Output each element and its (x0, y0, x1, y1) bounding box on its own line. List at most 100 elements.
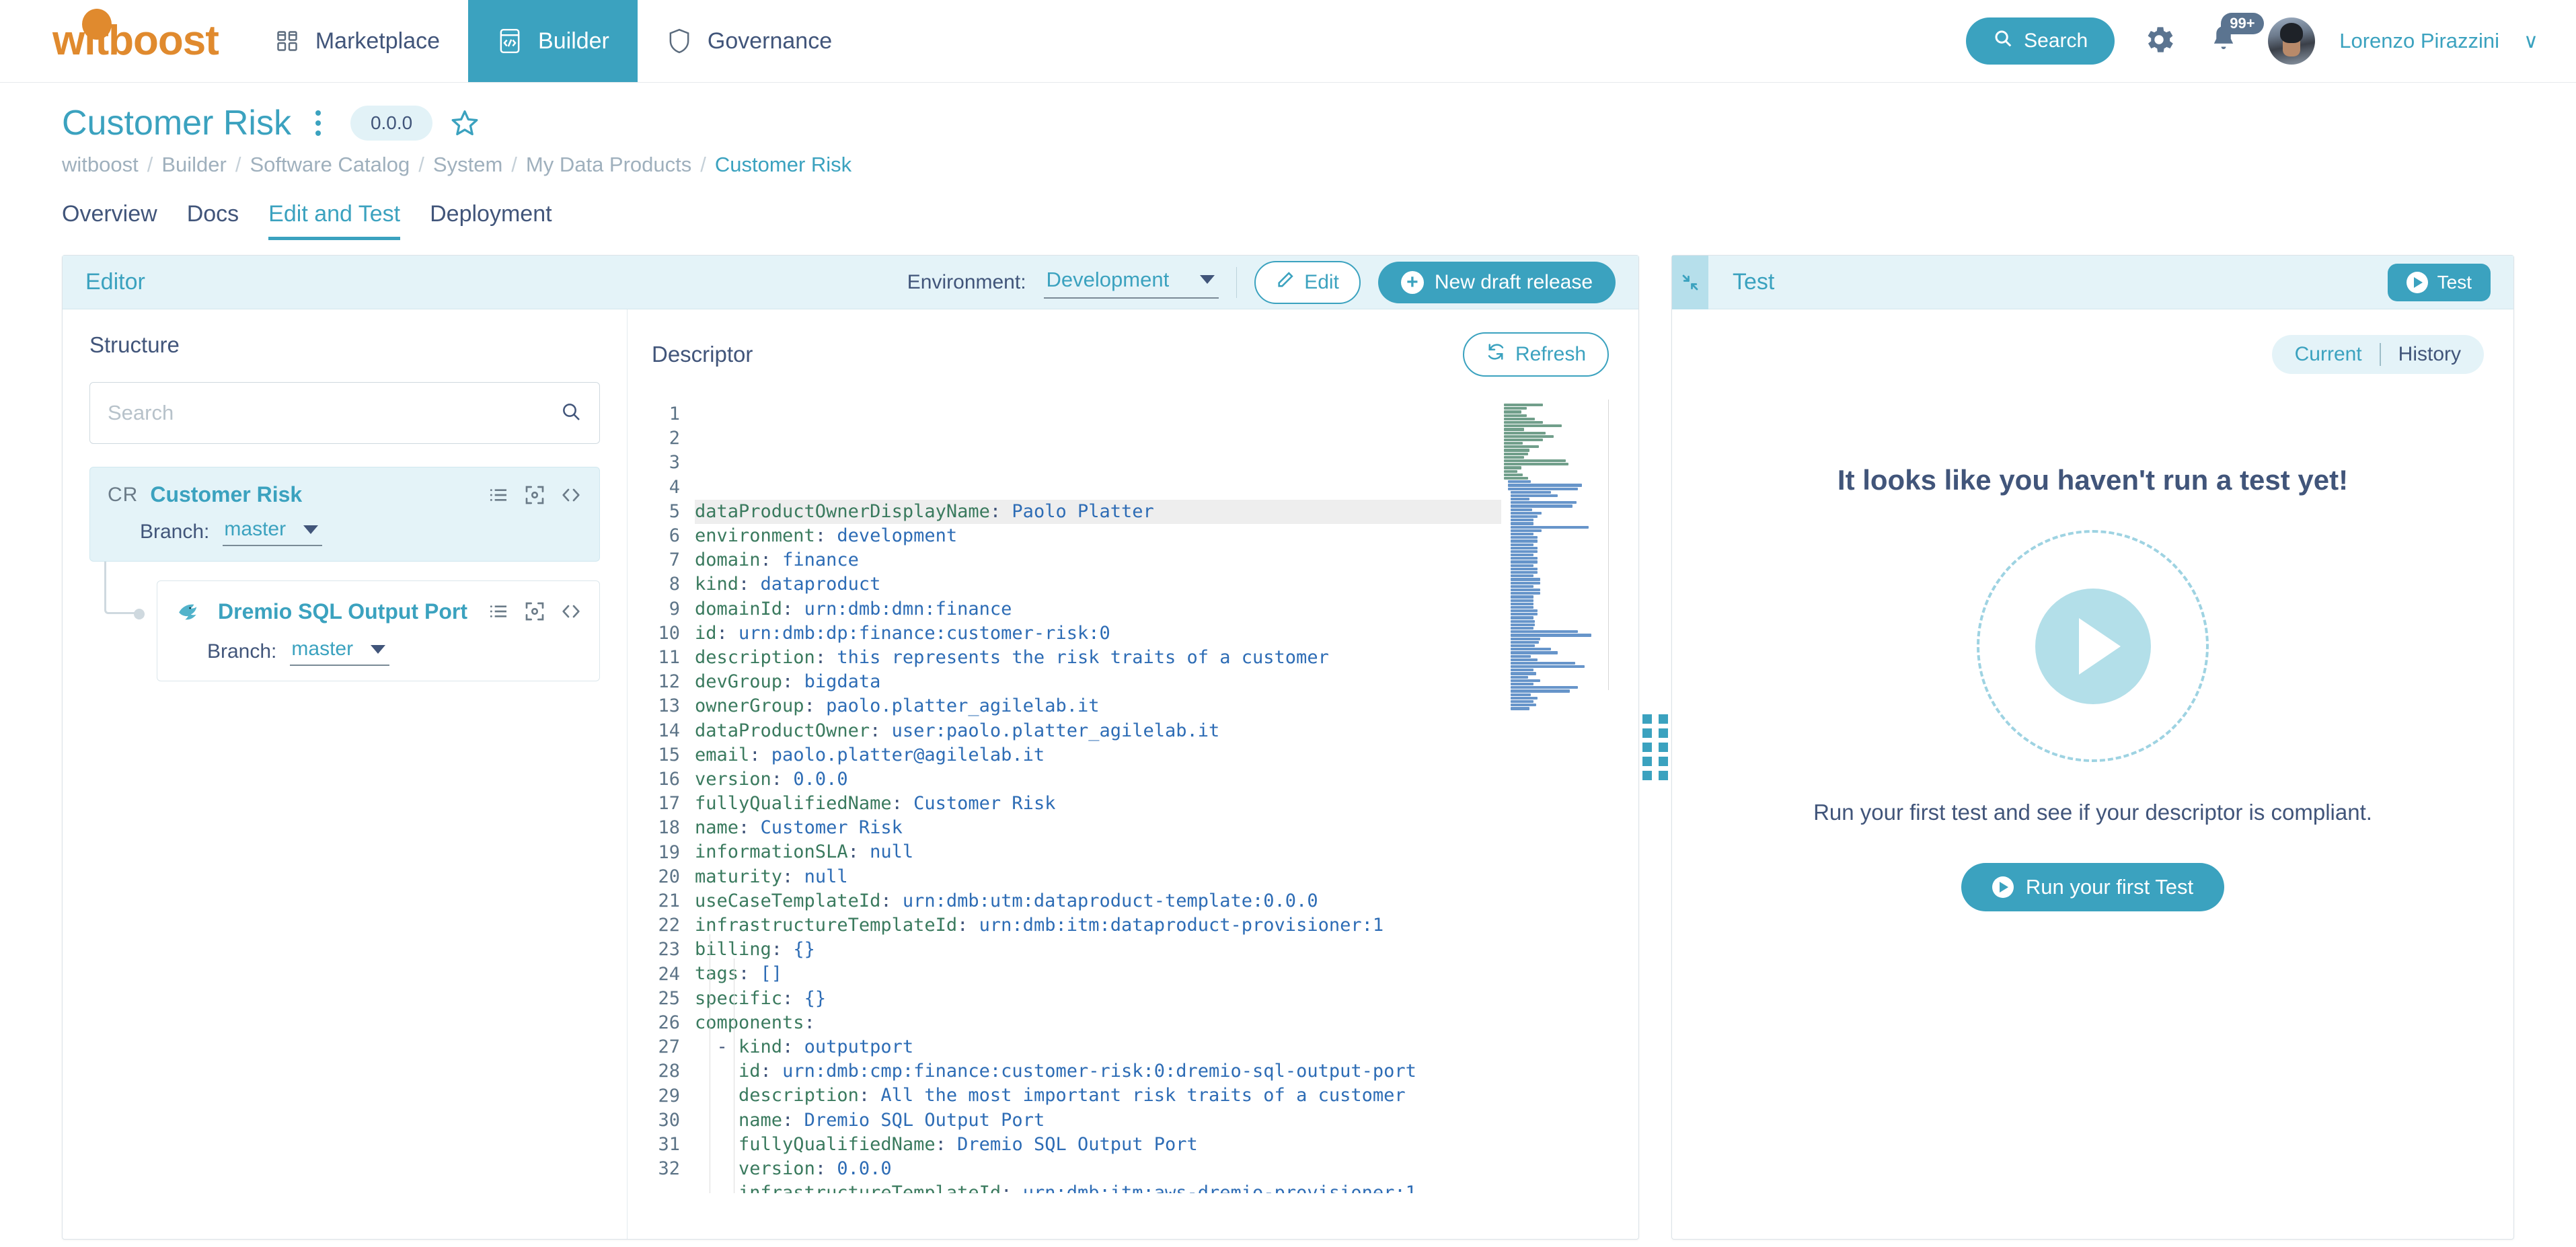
minimap-line (1511, 515, 1538, 518)
new-draft-release-button[interactable]: + New draft release (1378, 262, 1616, 303)
minimap-line (1511, 589, 1540, 591)
code-line[interactable]: fullyQualifiedName: Customer Risk (695, 792, 1501, 816)
child-branch-select[interactable]: master (290, 638, 389, 666)
tree-node-actions (488, 601, 582, 622)
breadcrumb-item-0[interactable]: witboost (62, 153, 139, 177)
list-icon[interactable] (488, 484, 509, 506)
test-empty-state: It looks like you haven't run a test yet… (1672, 309, 2513, 911)
tree-node-customer-risk[interactable]: CR Customer Risk (89, 467, 600, 562)
code-line[interactable]: environment: development (695, 524, 1501, 548)
code-line[interactable]: fullyQualifiedName: Dremio SQL Output Po… (695, 1133, 1501, 1157)
root-branch-select[interactable]: master (223, 518, 322, 546)
tab-docs[interactable]: Docs (187, 201, 239, 240)
code-line[interactable]: ownerGroup: paolo.platter_agilelab.it (695, 694, 1501, 718)
user-name-label[interactable]: Lorenzo Pirazzini (2339, 29, 2499, 53)
minimap-line (1508, 480, 1531, 483)
line-number: 11 (628, 646, 680, 670)
code-line[interactable]: domainId: urn:dmb:dmn:finance (695, 597, 1501, 621)
line-number: 18 (628, 816, 680, 840)
chevron-down-icon[interactable]: ∨ (2524, 30, 2538, 53)
edit-button[interactable]: Edit (1254, 261, 1361, 304)
code-editor[interactable]: 1234567891011121314151617181920212223242… (628, 400, 1638, 1193)
code-brackets-icon[interactable] (560, 484, 582, 506)
run-first-test-button[interactable]: Run your first Test (1961, 863, 2224, 911)
minimap-line (1511, 501, 1577, 504)
code-line[interactable]: components: (695, 1011, 1501, 1035)
code-line[interactable]: domain: finance (695, 548, 1501, 572)
breadcrumb-item-1[interactable]: Builder (161, 153, 227, 177)
focus-icon[interactable] (524, 601, 545, 622)
code-line[interactable]: billing: {} (695, 938, 1501, 962)
code-minimap[interactable] (1501, 400, 1609, 1193)
notifications-button[interactable]: 99+ (2203, 20, 2244, 63)
tab-deployment[interactable]: Deployment (430, 201, 552, 240)
code-line[interactable]: tags: [] (695, 962, 1501, 986)
panel-splitter[interactable] (1639, 255, 1671, 1240)
code-line[interactable]: specific: {} (695, 987, 1501, 1011)
tree-node-actions (488, 484, 582, 506)
code-line[interactable]: kind: dataproduct (695, 572, 1501, 597)
list-icon[interactable] (488, 601, 509, 622)
main-content: Editor Environment: Development Edit (0, 240, 2576, 1240)
code-line[interactable]: name: Customer Risk (695, 816, 1501, 840)
focus-icon[interactable] (524, 484, 545, 506)
code-line[interactable]: devGroup: bigdata (695, 670, 1501, 694)
code-line[interactable]: id: urn:dmb:dp:finance:customer-risk:0 (695, 621, 1501, 646)
refresh-button[interactable]: Refresh (1463, 332, 1609, 377)
code-line[interactable]: useCaseTemplateId: urn:dmb:utm:dataprodu… (695, 889, 1501, 913)
toggle-history[interactable]: History (2398, 343, 2461, 366)
minimap-line (1504, 463, 1568, 465)
tree-connector-dot (134, 609, 145, 619)
nav-item-governance[interactable]: Governance (638, 0, 860, 82)
code-line[interactable]: description: this represents the risk tr… (695, 646, 1501, 670)
line-number: 12 (628, 670, 680, 694)
line-number: 5 (628, 500, 680, 524)
code-line[interactable]: description: All the most important risk… (695, 1084, 1501, 1108)
code-line[interactable]: infrastructureTemplateId: urn:dmb:itm:da… (695, 913, 1501, 938)
search-icon[interactable] (560, 401, 582, 426)
test-button[interactable]: Test (2388, 264, 2491, 301)
structure-search-box[interactable] (89, 382, 600, 444)
kebab-menu-icon[interactable] (303, 110, 333, 136)
code-line[interactable]: dataProductOwner: user:paolo.platter_agi… (695, 719, 1501, 743)
code-line[interactable]: infrastructureTemplateId: urn:dmb:itm:aw… (695, 1181, 1501, 1193)
breadcrumb-item-4[interactable]: My Data Products (526, 153, 691, 177)
star-outline-icon[interactable] (450, 108, 480, 138)
minimap-line (1511, 624, 1535, 626)
breadcrumb-current[interactable]: Customer Risk (715, 153, 851, 177)
code-line[interactable]: maturity: null (695, 865, 1501, 889)
tree-node-dremio-sql-output-port[interactable]: Dremio SQL Output Port (157, 580, 600, 681)
minimap-line (1511, 697, 1538, 700)
code-line[interactable]: dataProductOwnerDisplayName: Paolo Platt… (695, 500, 1501, 524)
test-panel-body: Current History It looks like you haven'… (1672, 309, 2513, 1239)
search-button[interactable]: Search (1966, 17, 2115, 65)
line-number: 8 (628, 572, 680, 597)
code-line[interactable]: - kind: outputport (695, 1035, 1501, 1059)
code-line[interactable]: version: 0.0.0 (695, 767, 1501, 792)
toggle-current[interactable]: Current (2295, 343, 2362, 366)
avatar[interactable] (2268, 17, 2315, 65)
code-line[interactable]: name: Dremio SQL Output Port (695, 1108, 1501, 1133)
code-line[interactable]: informationSLA: null (695, 840, 1501, 864)
nav-item-builder[interactable]: Builder (468, 0, 638, 82)
tree-node-name[interactable]: Customer Risk (150, 482, 302, 507)
search-input[interactable] (108, 401, 560, 425)
minimap-line (1511, 599, 1533, 602)
nav-item-marketplace[interactable]: Marketplace (245, 0, 468, 82)
minimap-line (1511, 683, 1533, 685)
settings-button[interactable] (2139, 21, 2179, 61)
collapse-panel-icon[interactable] (1672, 256, 1708, 309)
tree-node-name[interactable]: Dremio SQL Output Port (218, 599, 467, 624)
code-brackets-icon[interactable] (560, 601, 582, 622)
code-line[interactable]: version: 0.0.0 (695, 1157, 1501, 1181)
breadcrumb-item-2[interactable]: Software Catalog (250, 153, 410, 177)
breadcrumb-item-3[interactable]: System (433, 153, 502, 177)
tab-edit-and-test[interactable]: Edit and Test (268, 201, 400, 240)
code-line[interactable]: id: urn:dmb:cmp:finance:customer-risk:0:… (695, 1059, 1501, 1084)
environment-select[interactable]: Development (1044, 266, 1219, 299)
code-content[interactable]: dataProductOwnerDisplayName: Paolo Platt… (695, 400, 1501, 1193)
version-badge[interactable]: 0.0.0 (350, 106, 432, 141)
brand-logo[interactable]: witboost (0, 0, 245, 82)
tab-overview[interactable]: Overview (62, 201, 157, 240)
code-line[interactable]: email: paolo.platter@agilelab.it (695, 743, 1501, 767)
